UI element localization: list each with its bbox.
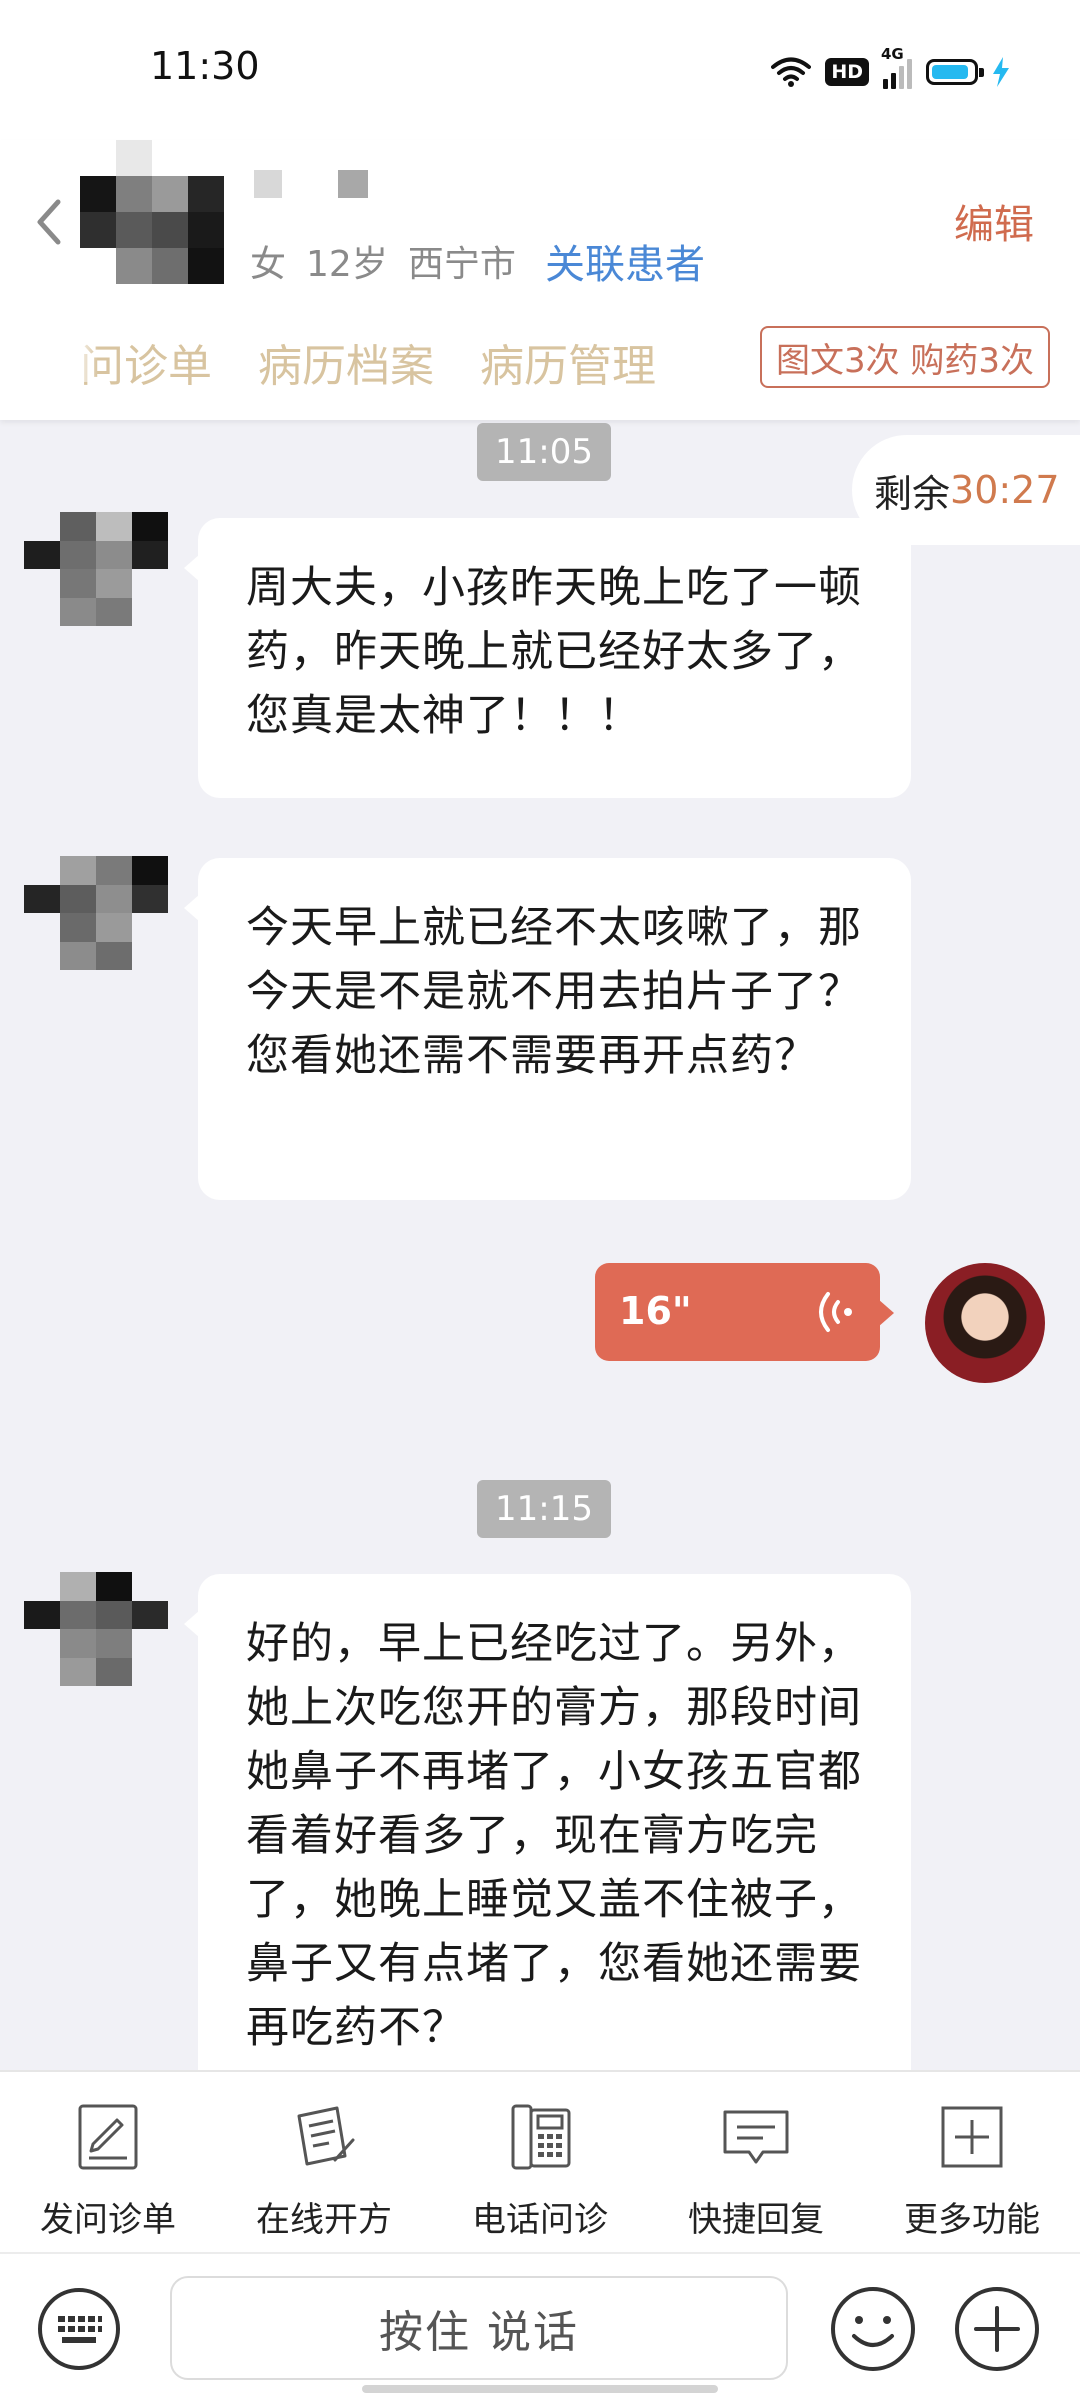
timestamp: 11:15 [477, 1480, 611, 1538]
network-type-label: 4G [881, 45, 904, 63]
patient-name-redacted [338, 170, 368, 198]
tab-record-management[interactable]: 病历管理 [480, 330, 656, 394]
battery-icon [926, 59, 984, 85]
patient-gender: 女 [250, 244, 287, 285]
voice-duration: 16" [619, 1289, 692, 1333]
patient-age: 12岁 [306, 244, 388, 285]
hold-to-talk-button[interactable]: 按住 说话 [170, 2276, 788, 2380]
link-patient-button[interactable]: 关联患者 [545, 232, 705, 290]
quick-reply-icon [723, 2110, 789, 2164]
home-indicator[interactable] [362, 2385, 718, 2393]
voice-wave-icon [819, 1292, 852, 1332]
questionnaire-icon [78, 2104, 138, 2170]
phone-icon [511, 2104, 571, 2170]
wifi-icon [771, 57, 812, 87]
patient-avatar[interactable] [80, 140, 224, 284]
function-label: 更多功能 [904, 2200, 1040, 2240]
patient-info: 女 12岁 西宁市 [250, 235, 536, 287]
patient-name-redacted [254, 170, 282, 198]
doctor-avatar[interactable] [925, 1263, 1045, 1383]
edit-button[interactable]: 编辑 [954, 192, 1034, 250]
patient-message-avatar[interactable] [24, 856, 168, 970]
prescription-icon [297, 2106, 355, 2166]
send-questionnaire-button[interactable]: 发问诊单 [0, 2072, 216, 2252]
more-functions-button[interactable]: 更多功能 [864, 2072, 1080, 2252]
charging-bolt-icon [993, 57, 1009, 87]
status-time: 11:30 [150, 44, 260, 88]
quick-reply-button[interactable]: 快捷回复 [648, 2072, 864, 2252]
status-icons: HD 4G [771, 45, 1010, 92]
remaining-count: 30:27 [950, 468, 1060, 512]
emoji-icon[interactable] [828, 2284, 918, 2374]
back-arrow-icon[interactable] [32, 192, 68, 252]
status-bar: 11:30 HD 4G [0, 0, 1080, 140]
patient-message-bubble[interactable]: 今天早上就已经不太咳嗽了，那今天是不是就不用去拍片子了？您看她还需不需要再开点药… [184, 858, 911, 1200]
more-icon [941, 2106, 1003, 2168]
phone-consultation-button[interactable]: 电话问诊 [432, 2072, 648, 2252]
tab-questionnaire[interactable]: 问诊单 [74, 330, 212, 394]
function-label: 发问诊单 [40, 2200, 176, 2240]
patient-message-avatar[interactable] [24, 1572, 168, 1686]
patient-message-bubble[interactable]: 周大夫，小孩昨天晚上吃了一顿药，昨天晚上就已经好太多了，您真是太神了！！！ [184, 518, 911, 798]
cellular-signal-icon: 4G [881, 45, 912, 89]
input-bar: 按住 说话 [0, 2252, 1080, 2400]
timestamp: 11:05 [477, 423, 611, 481]
function-label: 在线开方 [256, 2200, 392, 2240]
hd-badge: HD [825, 58, 869, 86]
patient-city: 西宁市 [407, 244, 516, 285]
add-icon[interactable] [952, 2284, 1042, 2374]
tab-medical-records[interactable]: 病历档案 [258, 330, 434, 394]
patient-message-bubble[interactable]: 好的，早上已经吃过了。另外，她上次吃您开的膏方，那段时间她鼻子不再堵了，小女孩五… [184, 1574, 911, 2114]
function-bar: 发问诊单 在线开方 电话问诊 快捷回复 更多功能 [0, 2070, 1080, 2252]
patient-header: 女 12岁 西宁市 关联患者 编辑 问诊单 病历档案 病历管理 图文3次 购药3次 [0, 140, 1080, 420]
function-label: 快捷回复 [688, 2200, 824, 2240]
online-prescription-button[interactable]: 在线开方 [216, 2072, 432, 2252]
keyboard-icon[interactable] [36, 2286, 122, 2372]
consultation-quota-badge[interactable]: 图文3次 购药3次 [760, 326, 1050, 388]
patient-message-avatar[interactable] [24, 512, 168, 626]
voice-message-bubble[interactable]: 16" [595, 1263, 894, 1361]
remaining-label: 剩余 [874, 471, 951, 516]
function-label: 电话问诊 [472, 2200, 608, 2240]
record-tabs: 问诊单 病历档案 病历管理 [74, 330, 656, 394]
